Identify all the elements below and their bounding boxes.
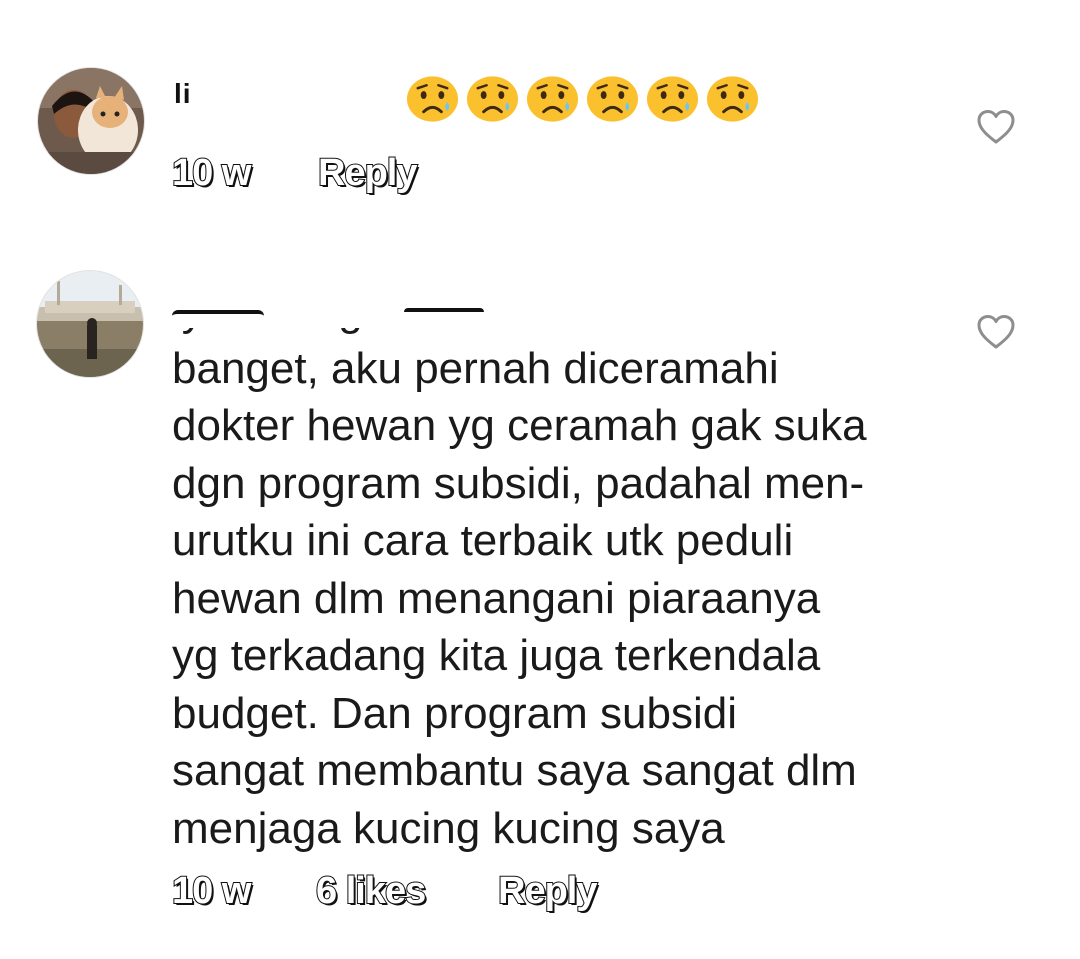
redacted-area: [192, 72, 400, 128]
sad-face-with-tear-icon: [646, 76, 699, 122]
sad-face-with-tear-icon: [466, 76, 519, 122]
heart-outline-icon[interactable]: [976, 314, 1016, 350]
avatar[interactable]: [37, 67, 145, 175]
redacted-area: [172, 270, 502, 328]
comment-time: 10 w: [171, 869, 252, 913]
reply-button[interactable]: Reply: [317, 151, 418, 195]
emoji-group: [405, 74, 760, 128]
sad-face-with-tear-icon: [586, 76, 639, 122]
likes-count[interactable]: 6 likes: [315, 869, 427, 913]
heart-outline-icon[interactable]: [976, 109, 1016, 145]
reply-button[interactable]: Reply: [497, 869, 598, 913]
sad-face-with-tear-icon: [526, 76, 579, 122]
sad-face-with-tear-icon: [706, 76, 759, 122]
comment-time: 10 w: [171, 151, 252, 195]
comment-item: li 10 w Reply: [0, 0, 1080, 230]
username[interactable]: li: [174, 78, 192, 110]
sad-face-with-tear-icon: [406, 76, 459, 122]
avatar[interactable]: [36, 270, 144, 378]
comment-item: lya mb ngerti banget, aku pernah diceram…: [0, 230, 1080, 959]
comment-text: lya mb ngerti banget, aku pernah diceram…: [172, 286, 867, 853]
